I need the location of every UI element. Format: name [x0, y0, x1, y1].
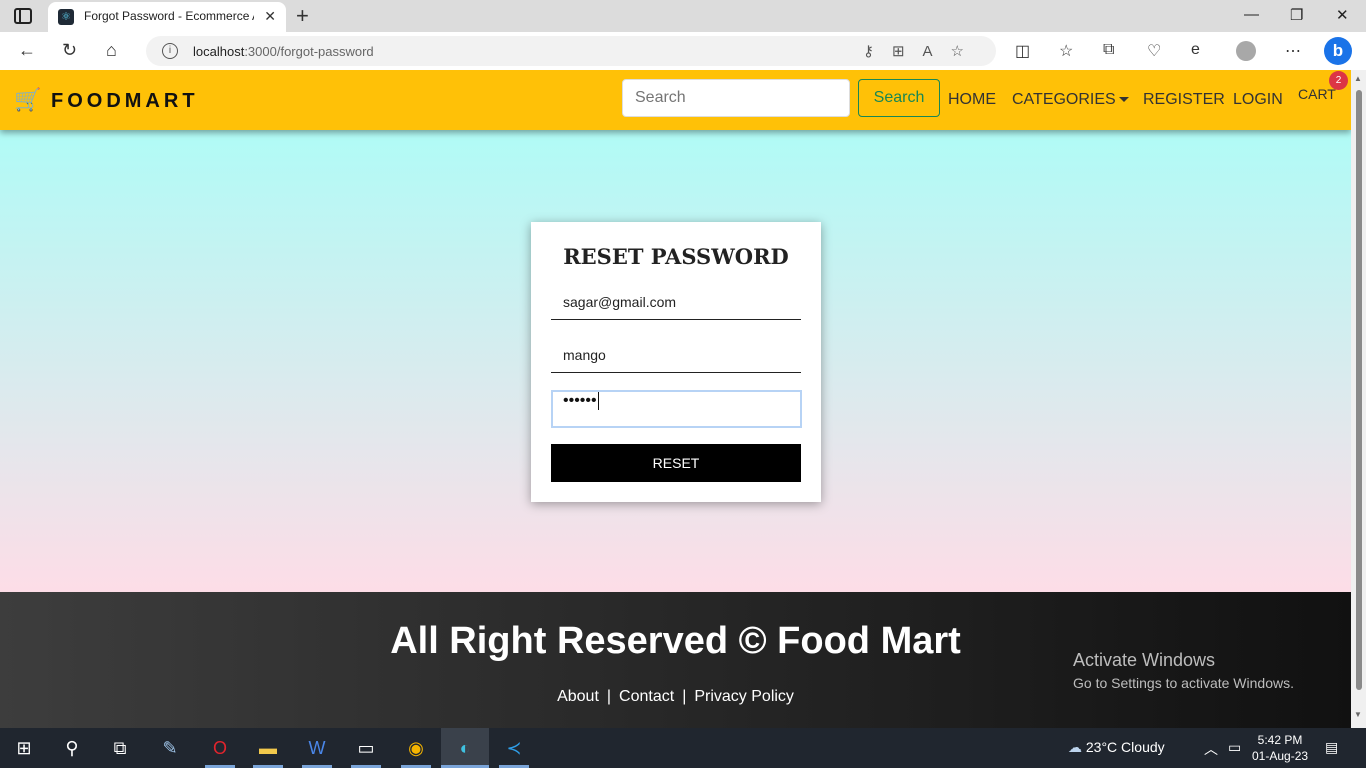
footer-link-about[interactable]: About: [557, 688, 599, 705]
chrome-app-icon[interactable]: ◉: [403, 736, 429, 760]
search-button[interactable]: Search: [858, 79, 940, 117]
scroll-up-icon[interactable]: ▲: [1354, 74, 1362, 83]
profile-avatar[interactable]: [1236, 41, 1256, 61]
file-explorer-icon[interactable]: ▬: [255, 736, 281, 760]
favorites-icon[interactable]: ☆: [1059, 41, 1073, 61]
windows-start-icon[interactable]: ⊞: [11, 736, 37, 760]
apps-icon: ⊞: [891, 43, 923, 60]
address-bar-actions[interactable]: ⚷⊞A☆: [863, 42, 982, 60]
read-aloud-icon: A: [922, 43, 951, 60]
reset-button[interactable]: RESET: [551, 444, 801, 482]
home-icon[interactable]: ⌂: [106, 40, 117, 61]
activate-windows-watermark: Activate Windows Go to Settings to activ…: [1073, 650, 1294, 691]
window-close-icon[interactable]: ✕: [1336, 6, 1349, 24]
page-scrollbar[interactable]: ▲ ▼: [1351, 70, 1366, 728]
nav-login[interactable]: LOGIN: [1233, 91, 1283, 109]
site-footer: All Right Reserved © Food Mart About | Con…: [0, 592, 1351, 728]
reset-password-card: RESET PASSWORD •••••• RESET: [531, 222, 821, 502]
windows-taskbar: ⊞ ⚲ ⧉ ✎ O ▬ W ▭ ◉ ◐ ≺ ☁ 23°C Cloudy ︿ ▭ …: [0, 728, 1366, 768]
tab-actions-icon[interactable]: [14, 8, 32, 24]
word-app-icon[interactable]: W: [304, 736, 330, 760]
minimize-icon[interactable]: —: [1244, 6, 1259, 23]
nav-home[interactable]: HOME: [948, 91, 996, 109]
main-content: RESET PASSWORD •••••• RESET: [0, 130, 1351, 592]
weather-widget[interactable]: ☁ 23°C Cloudy: [1068, 739, 1165, 756]
back-icon[interactable]: ←: [18, 40, 36, 61]
email-field[interactable]: [551, 284, 801, 320]
cloud-icon: ☁: [1068, 739, 1082, 755]
refresh-icon[interactable]: ↻: [62, 40, 77, 61]
vscode-app-icon[interactable]: ≺: [501, 736, 527, 760]
performance-icon[interactable]: ♡: [1147, 41, 1161, 61]
cart-logo-icon[interactable]: 🛒: [14, 87, 41, 113]
scroll-down-icon[interactable]: ▼: [1354, 710, 1362, 719]
new-password-field[interactable]: ••••••: [551, 390, 802, 428]
site-navbar: 🛒 FOODMART Search HOME CATEGORIES REGIST…: [0, 70, 1351, 130]
site-info-icon[interactable]: i: [162, 43, 178, 59]
form-title: RESET PASSWORD: [563, 244, 789, 269]
footer-link-contact[interactable]: Contact: [619, 688, 674, 705]
footer-link-privacy[interactable]: Privacy Policy: [694, 688, 794, 705]
settings-more-icon[interactable]: ⋯: [1285, 41, 1301, 61]
split-screen-icon[interactable]: ◫: [1015, 41, 1030, 61]
battery-icon[interactable]: ▭: [1228, 739, 1241, 756]
bing-copilot-icon[interactable]: b: [1324, 37, 1352, 65]
new-tab-icon[interactable]: +: [296, 3, 309, 29]
page-viewport: 🛒 FOODMART Search HOME CATEGORIES REGIST…: [0, 70, 1351, 728]
nav-register[interactable]: REGISTER: [1143, 91, 1225, 109]
favorite-star-icon: ☆: [950, 43, 982, 60]
nav-cart[interactable]: CART: [1298, 86, 1336, 102]
cart-count-badge: 2: [1329, 71, 1348, 90]
search-input[interactable]: [622, 79, 850, 117]
security-answer-field[interactable]: [551, 337, 801, 373]
browser-tab[interactable]: ⚛ Forgot Password - Ecommerce A ✕: [48, 2, 286, 32]
opera-app-icon[interactable]: O: [207, 736, 233, 760]
tab-title: Forgot Password - Ecommerce A: [84, 9, 254, 23]
search-icon[interactable]: ⚲: [59, 736, 85, 760]
browser-toolbar: ← ↻ ⌂ i localhost:3000/forgot-password ⚷…: [0, 32, 1366, 70]
edge-bar-icon[interactable]: e: [1191, 41, 1200, 59]
system-clock[interactable]: 5:42 PM 01-Aug-23: [1252, 732, 1308, 764]
scroll-thumb[interactable]: [1356, 90, 1362, 690]
notifications-icon[interactable]: ▤: [1325, 739, 1338, 756]
nav-categories[interactable]: CATEGORIES: [1012, 91, 1129, 109]
notepad-app-icon[interactable]: ✎: [157, 736, 183, 760]
tab-close-icon[interactable]: ✕: [264, 8, 276, 25]
tray-chevron-icon[interactable]: ︿: [1204, 739, 1218, 759]
react-favicon-icon: ⚛: [58, 9, 74, 25]
task-view-icon[interactable]: ⧉: [107, 736, 133, 760]
collections-icon[interactable]: ⧉: [1103, 41, 1114, 59]
restore-icon[interactable]: ❐: [1290, 6, 1303, 24]
key-icon: ⚷: [862, 43, 892, 60]
url-text[interactable]: localhost:3000/forgot-password: [193, 44, 374, 59]
terminal-app-icon[interactable]: ▭: [353, 736, 379, 760]
brand-name[interactable]: FOODMART: [51, 90, 199, 113]
edge-app-icon[interactable]: ◐: [452, 736, 478, 760]
browser-tab-bar: ⚛ Forgot Password - Ecommerce A ✕ + — ❐ …: [0, 0, 1366, 32]
address-bar[interactable]: i localhost:3000/forgot-password ⚷⊞A☆: [146, 36, 996, 66]
chevron-down-icon: [1118, 97, 1129, 103]
